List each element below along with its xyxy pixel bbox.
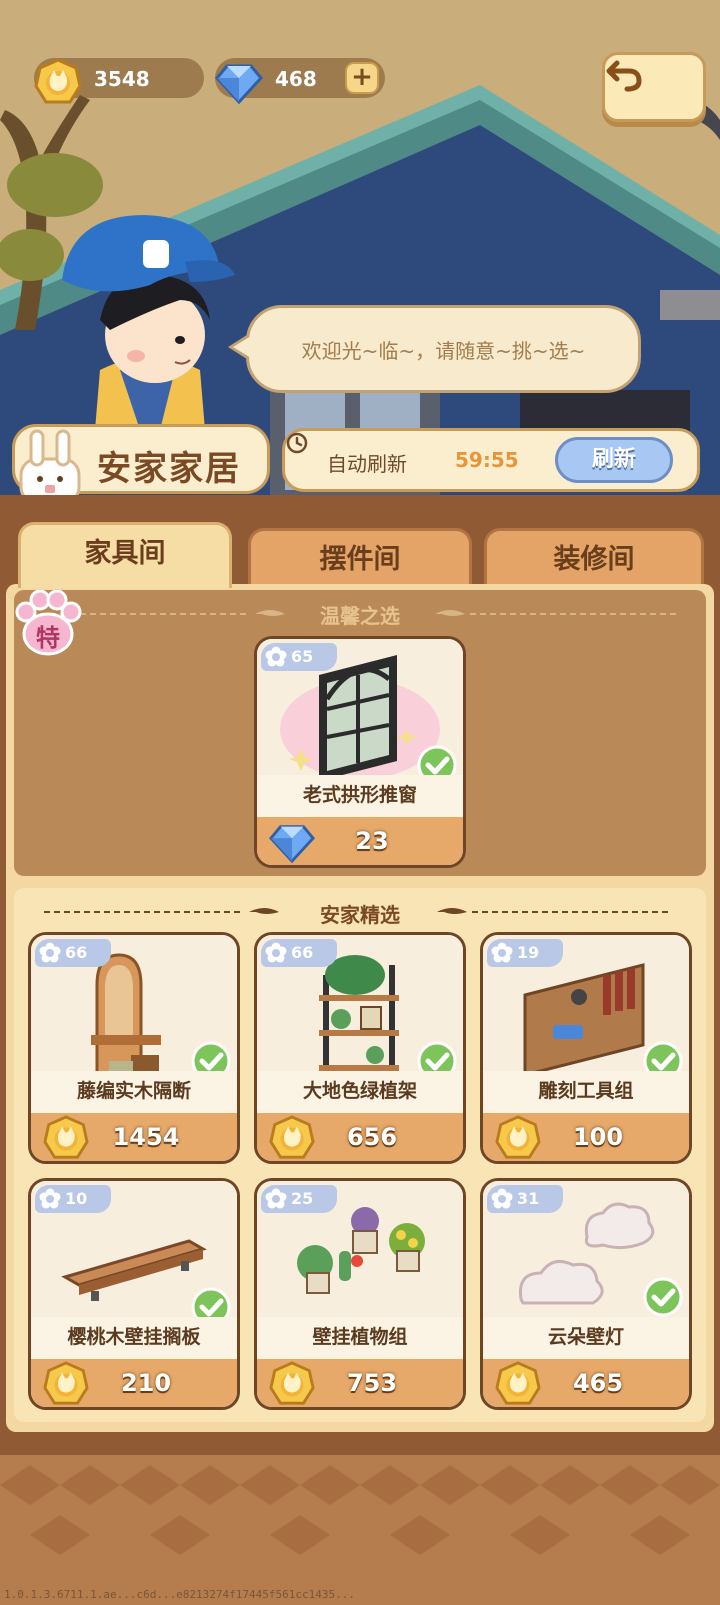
price-value: 1454 — [112, 1123, 180, 1151]
shop-name: 安家家居 — [97, 449, 241, 489]
level-badge: 25 — [261, 1185, 337, 1213]
footer-floor — [0, 1445, 720, 1605]
check-icon — [643, 1277, 683, 1317]
product-card[interactable]: 25 壁挂植物组 753 — [254, 1178, 466, 1410]
featured-section-title: 温馨之选 — [320, 604, 400, 628]
price-tag[interactable]: 1454 — [31, 1113, 237, 1161]
level-badge: 66 — [261, 939, 337, 967]
price-tag[interactable]: 753 — [257, 1359, 463, 1407]
level-value: 66 — [291, 943, 314, 962]
shop-scene: 3548 468 + 欢迎光~临~，请随意~挑~选~ 安家家居 自动刷新 59:… — [0, 0, 720, 495]
flower-icon — [265, 942, 287, 963]
product-card[interactable]: 66 大地色绿植架 656 — [254, 932, 466, 1164]
level-badge: 31 — [487, 1185, 563, 1213]
diamond-icon — [215, 64, 263, 105]
level-badge: 65 — [261, 643, 337, 671]
clock-icon — [286, 432, 308, 454]
level-value: 65 — [291, 647, 314, 666]
product-name: 壁挂植物组 — [257, 1317, 463, 1357]
gem-amount: 468 — [275, 67, 317, 91]
level-value: 66 — [65, 943, 88, 962]
level-value: 19 — [517, 943, 540, 962]
price-value: 210 — [120, 1369, 172, 1397]
price-tag[interactable]: 210 — [31, 1359, 237, 1407]
gold-coin-icon — [34, 58, 82, 104]
price-value: 100 — [572, 1123, 624, 1151]
price-tag[interactable]: 23 — [257, 817, 463, 865]
price-value: 465 — [572, 1369, 624, 1397]
special-badge-label: 特 — [36, 624, 60, 652]
level-value: 31 — [517, 1189, 540, 1208]
flower-icon — [491, 942, 513, 963]
flower-icon — [265, 646, 287, 667]
product-card[interactable]: 19 雕刻工具组 100 — [480, 932, 692, 1164]
gem-counter[interactable]: 468 + — [215, 58, 385, 105]
special-badge: 特 — [12, 589, 82, 660]
level-badge: 19 — [487, 939, 563, 967]
product-name: 大地色绿植架 — [257, 1071, 463, 1111]
back-button[interactable] — [602, 52, 706, 122]
add-gems-button[interactable]: + — [345, 62, 379, 94]
tab-furniture[interactable]: 家具间 — [18, 522, 232, 588]
product-card[interactable]: 31 云朵壁灯 465 — [480, 1178, 692, 1410]
level-badge: 66 — [35, 939, 111, 967]
product-name: 樱桃木壁挂搁板 — [31, 1317, 237, 1357]
auto-refresh-label: 自动刷新 — [327, 452, 407, 476]
level-value: 10 — [65, 1189, 88, 1208]
price-value: 753 — [346, 1369, 398, 1397]
product-card[interactable]: 10 樱桃木壁挂搁板 210 — [28, 1178, 240, 1410]
flower-icon — [491, 1188, 513, 1209]
level-value: 25 — [291, 1189, 314, 1208]
product-card-featured[interactable]: 65 老式拱形推窗 23 — [254, 636, 466, 868]
speech-tail-inner — [233, 336, 251, 358]
bunny-icon — [19, 429, 81, 495]
shop-name-plate: 安家家居 — [12, 424, 270, 495]
version-text: 1.0.1.3.6711.1.ae...c6d...e8213274f17445… — [4, 1588, 355, 1601]
product-name: 老式拱形推窗 — [257, 775, 463, 815]
price-value: 23 — [355, 827, 389, 855]
product-name: 雕刻工具组 — [483, 1071, 689, 1111]
tab-ornaments[interactable]: 摆件间 — [248, 528, 472, 588]
product-name: 云朵壁灯 — [483, 1317, 689, 1357]
gold-amount: 3548 — [94, 67, 150, 91]
product-name: 藤编实木隔断 — [31, 1071, 237, 1111]
selection-section-title: 安家精选 — [320, 903, 400, 927]
flower-icon — [265, 1188, 287, 1209]
price-tag[interactable]: 100 — [483, 1113, 689, 1161]
price-tag[interactable]: 656 — [257, 1113, 463, 1161]
product-card[interactable]: 66 藤编实木隔断 1454 — [28, 932, 240, 1164]
level-badge: 10 — [35, 1185, 111, 1213]
refresh-bar: 自动刷新 59:55 刷新 — [282, 428, 700, 492]
price-tag[interactable]: 465 — [483, 1359, 689, 1407]
flower-icon — [39, 1188, 61, 1209]
flower-icon — [39, 942, 61, 963]
tab-decoration[interactable]: 装修间 — [484, 528, 704, 588]
back-arrow-icon — [606, 60, 642, 92]
gold-counter[interactable]: 3548 — [34, 58, 204, 104]
refresh-timer: 59:55 — [455, 448, 519, 472]
refresh-button[interactable]: 刷新 — [555, 437, 673, 483]
npc-speech-bubble: 欢迎光~临~，请随意~挑~选~ — [246, 305, 641, 393]
floor-pattern — [0, 1445, 720, 1605]
npc-greeting: 欢迎光~临~，请随意~挑~选~ — [301, 338, 586, 363]
price-value: 656 — [346, 1123, 398, 1151]
